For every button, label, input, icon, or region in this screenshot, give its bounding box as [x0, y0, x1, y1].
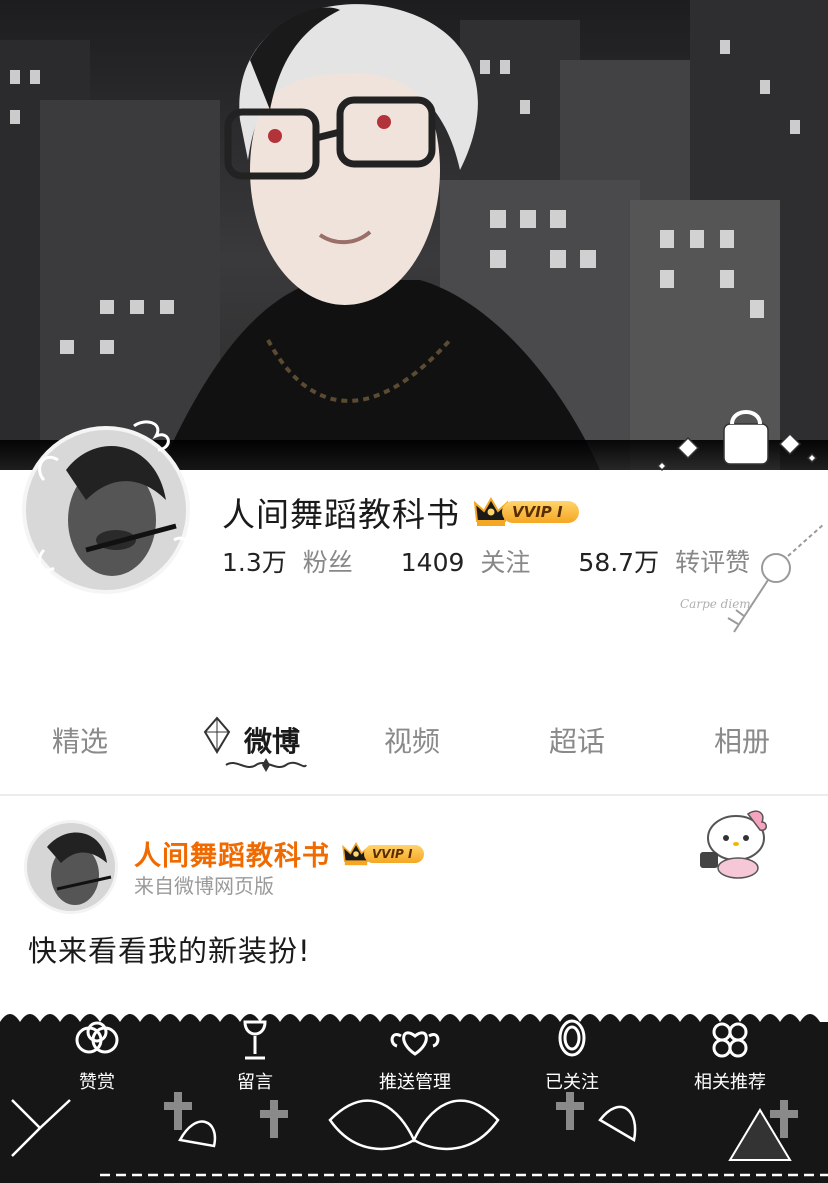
carpe-diem-text: Carpe diem — [680, 597, 751, 611]
profile-tabs: 精选 微博 视频 超话 相册 — [0, 700, 828, 794]
lock-sparkle-decoration — [656, 410, 818, 472]
tabs-divider — [0, 794, 828, 796]
vip-badge[interactable]: VVIP I — [474, 497, 579, 527]
post-author-row: 人间舞蹈教科书 VVIP I — [134, 834, 425, 873]
stat-value: 58.7万 — [578, 548, 660, 577]
vip-level-label: VVIP I — [502, 501, 579, 523]
city-skyline-illustration — [0, 0, 828, 470]
tab-videos[interactable]: 视频 — [384, 720, 440, 760]
hello-kitty-sticker-icon — [700, 810, 767, 879]
tab-super-topics[interactable]: 超话 — [549, 720, 605, 760]
post-source: 来自微博网页版 — [134, 874, 274, 898]
profile-avatar[interactable] — [24, 420, 196, 592]
tab-albums[interactable]: 相册 — [714, 720, 770, 760]
goblet-icon — [243, 1020, 267, 1060]
chain-underline-icon — [225, 758, 307, 772]
gothic-butterfly-ribbon-decoration — [11, 1092, 828, 1177]
clover-icon — [712, 1022, 748, 1058]
profile-name: 人间舞蹈教科书 — [222, 495, 460, 534]
butterfly-frame-icon — [38, 420, 190, 572]
tab-weibo[interactable]: 微博 — [244, 720, 300, 760]
mirror-icon — [558, 1019, 586, 1057]
profile-banner[interactable] — [0, 0, 828, 470]
post-vip-badge[interactable]: VVIP I — [342, 839, 425, 869]
key-chain-decoration: Carpe diem — [680, 523, 825, 633]
profile-name-row: 人间舞蹈教科书 VVIP I — [222, 488, 579, 536]
winged-heart-icon — [390, 1031, 440, 1056]
gem-tab-icon — [203, 716, 231, 754]
vip-level-label: VVIP I — [364, 844, 425, 863]
post-text: 快来看看我的新装扮! — [28, 934, 311, 968]
stat-label: 关注 — [480, 548, 531, 577]
knot-icon — [75, 1021, 119, 1054]
post-author-name[interactable]: 人间舞蹈教科书 — [134, 834, 330, 873]
stat-label: 粉丝 — [302, 548, 353, 577]
tab-featured[interactable]: 精选 — [52, 720, 108, 760]
stat-following[interactable]: 1409 关注 — [401, 543, 531, 579]
stat-value: 1409 — [400, 548, 465, 577]
stat-followers[interactable]: 1.3万 粉丝 — [222, 543, 353, 579]
post-author-avatar[interactable] — [24, 820, 118, 914]
stat-value: 1.3万 — [222, 548, 287, 577]
